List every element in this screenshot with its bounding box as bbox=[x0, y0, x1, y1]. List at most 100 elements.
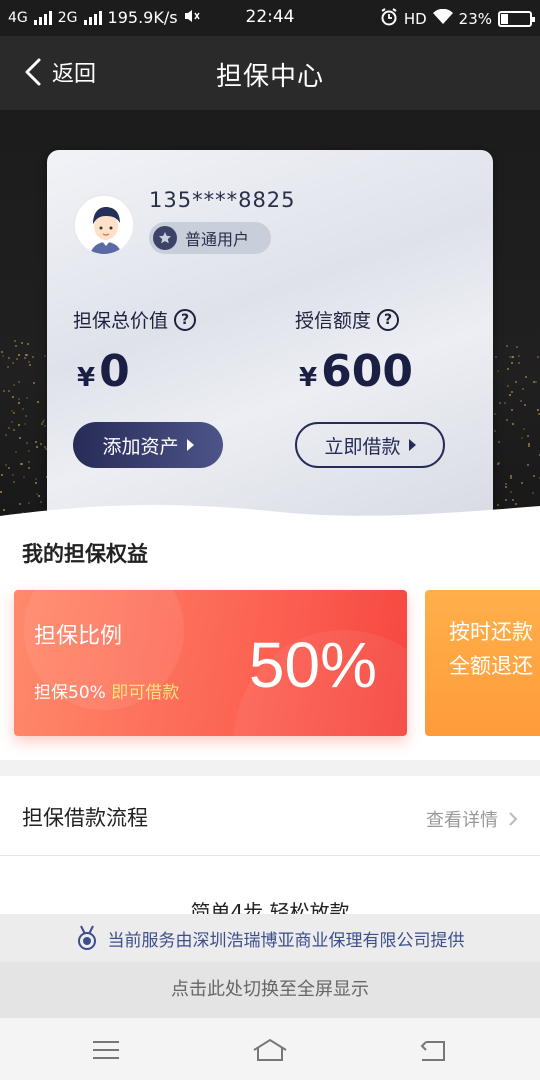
sparkle-dot bbox=[507, 384, 510, 387]
help-icon[interactable]: ? bbox=[174, 308, 197, 331]
provider-text: 当前服务由深圳浩瑞博亚商业保理有限公司提供 bbox=[107, 930, 465, 951]
sparkle-dot bbox=[521, 388, 524, 391]
play-arrow-icon bbox=[186, 439, 194, 451]
borrow-now-button[interactable]: 立即借款 bbox=[295, 422, 445, 468]
sparkle-dot bbox=[32, 381, 35, 384]
sparkle-dot bbox=[7, 426, 10, 429]
sparkle-dot bbox=[17, 397, 20, 400]
sparkle-dot bbox=[35, 481, 38, 484]
sparkle-dot bbox=[496, 369, 499, 372]
sparkle-dot bbox=[12, 480, 15, 483]
wifi-icon bbox=[432, 8, 453, 29]
sparkle-dot bbox=[17, 402, 20, 405]
sparkle-dot bbox=[7, 467, 10, 470]
guarantee-value: ¥ 0 bbox=[77, 346, 130, 397]
sparkle-dot bbox=[8, 389, 11, 392]
sparkle-dot bbox=[18, 437, 21, 440]
view-details-link[interactable]: 查看详情 bbox=[426, 806, 518, 832]
sparkle-dot bbox=[28, 360, 31, 363]
sparkle-dot bbox=[12, 383, 15, 386]
guarantee-ratio-subtitle: 担保50% 即可借款 bbox=[34, 678, 179, 703]
sparkle-dot bbox=[533, 474, 536, 477]
credit-limit-label: 授信额度 ? bbox=[295, 306, 400, 333]
sparkle-dot bbox=[1, 354, 4, 357]
sparkle-dot bbox=[5, 463, 8, 466]
sparkle-dot bbox=[28, 449, 31, 452]
sparkle-dot bbox=[504, 485, 507, 488]
sparkle-dot bbox=[510, 409, 513, 412]
currency-symbol: ¥ bbox=[77, 363, 96, 393]
sparkle-dot bbox=[0, 491, 3, 494]
sparkle-dot bbox=[26, 442, 29, 445]
sparkle-dot bbox=[523, 404, 526, 407]
sparkle-dot bbox=[12, 429, 15, 432]
sparkle-dot bbox=[4, 433, 7, 436]
sparkle-dot bbox=[494, 355, 497, 358]
sparkle-dot bbox=[22, 408, 25, 411]
sparkle-dot bbox=[520, 400, 523, 403]
sparkle-dot bbox=[38, 494, 41, 497]
sparkle-dot bbox=[44, 424, 47, 427]
star-icon bbox=[153, 226, 177, 250]
rights-title: 我的担保权益 bbox=[22, 542, 148, 566]
sparkle-dot bbox=[11, 421, 14, 424]
sparkle-dot bbox=[17, 354, 20, 357]
sparkle-dot bbox=[12, 361, 15, 364]
sparkle-dot bbox=[15, 345, 18, 348]
ontime-refund-line2: 全额退还 bbox=[449, 654, 533, 678]
sparkle-dot bbox=[24, 422, 27, 425]
nav-bar: 返回 担保中心 bbox=[0, 36, 540, 110]
add-asset-button[interactable]: 添加资产 bbox=[73, 422, 223, 468]
borrow-now-label: 立即借款 bbox=[324, 435, 401, 458]
view-details-label: 查看详情 bbox=[426, 810, 498, 831]
guarantee-value-label: 担保总价值 ? bbox=[73, 306, 197, 333]
sparkle-dot bbox=[506, 367, 509, 370]
sparkle-dot bbox=[23, 356, 26, 359]
sparkle-dot bbox=[1, 350, 4, 353]
sparkle-dot bbox=[493, 429, 496, 432]
home-icon[interactable] bbox=[250, 1036, 290, 1064]
return-icon[interactable] bbox=[414, 1036, 454, 1064]
fullscreen-toggle[interactable]: 点击此处切换至全屏显示 bbox=[0, 962, 540, 1018]
sparkle-dot bbox=[35, 477, 38, 480]
sparkle-dot bbox=[40, 422, 43, 425]
sparkle-dot bbox=[511, 422, 514, 425]
credit-limit-label-text: 授信额度 bbox=[295, 310, 372, 332]
sparkle-dot bbox=[497, 462, 500, 465]
section-gap bbox=[0, 760, 540, 776]
sparkle-dot bbox=[527, 434, 530, 437]
sparkle-dot bbox=[29, 363, 32, 366]
menu-icon[interactable] bbox=[86, 1036, 126, 1064]
sparkle-dot bbox=[35, 440, 38, 443]
status-bar: 4G 2G 195.9K/s 22:44 HD 23% bbox=[0, 0, 540, 36]
sparkle-dot bbox=[537, 408, 540, 411]
sparkle-dot bbox=[24, 415, 27, 418]
play-arrow-icon-2 bbox=[408, 439, 416, 451]
sparkle-dot bbox=[506, 418, 509, 421]
ontime-refund-card[interactable]: 按时还款 全额退还 bbox=[425, 590, 540, 736]
sparkle-dot bbox=[17, 381, 20, 384]
sparkle-dot bbox=[494, 412, 497, 415]
sparkle-dot bbox=[14, 340, 17, 342]
add-asset-label: 添加资产 bbox=[102, 435, 179, 458]
rights-section: 我的担保权益 担保比例 担保50% 即可借款 50% 按时还款 全额退还 bbox=[0, 530, 540, 760]
sparkle-dot bbox=[44, 354, 47, 357]
medal-icon bbox=[77, 925, 96, 950]
chevron-right-icon bbox=[509, 812, 518, 826]
sparkle-dot bbox=[27, 460, 30, 463]
system-nav-bar bbox=[0, 1018, 540, 1080]
guarantee-ratio-card[interactable]: 担保比例 担保50% 即可借款 50% bbox=[14, 590, 407, 736]
sparkle-dot bbox=[524, 376, 527, 379]
credit-limit-value: ¥ 600 bbox=[299, 346, 413, 397]
sparkle-dot bbox=[25, 354, 28, 357]
currency-symbol-credit: ¥ bbox=[299, 363, 318, 393]
sparkle-dot bbox=[509, 491, 512, 494]
sparkle-dot bbox=[523, 428, 526, 431]
sparkle-dot bbox=[527, 444, 530, 447]
help-icon-credit[interactable]: ? bbox=[377, 308, 400, 331]
sparkle-dot bbox=[8, 357, 11, 360]
loan-flow-row[interactable]: 担保借款流程 查看详情 bbox=[0, 776, 540, 856]
sparkle-dot bbox=[2, 390, 5, 393]
sparkle-dot bbox=[36, 445, 39, 448]
sparkle-dot bbox=[27, 343, 30, 345]
